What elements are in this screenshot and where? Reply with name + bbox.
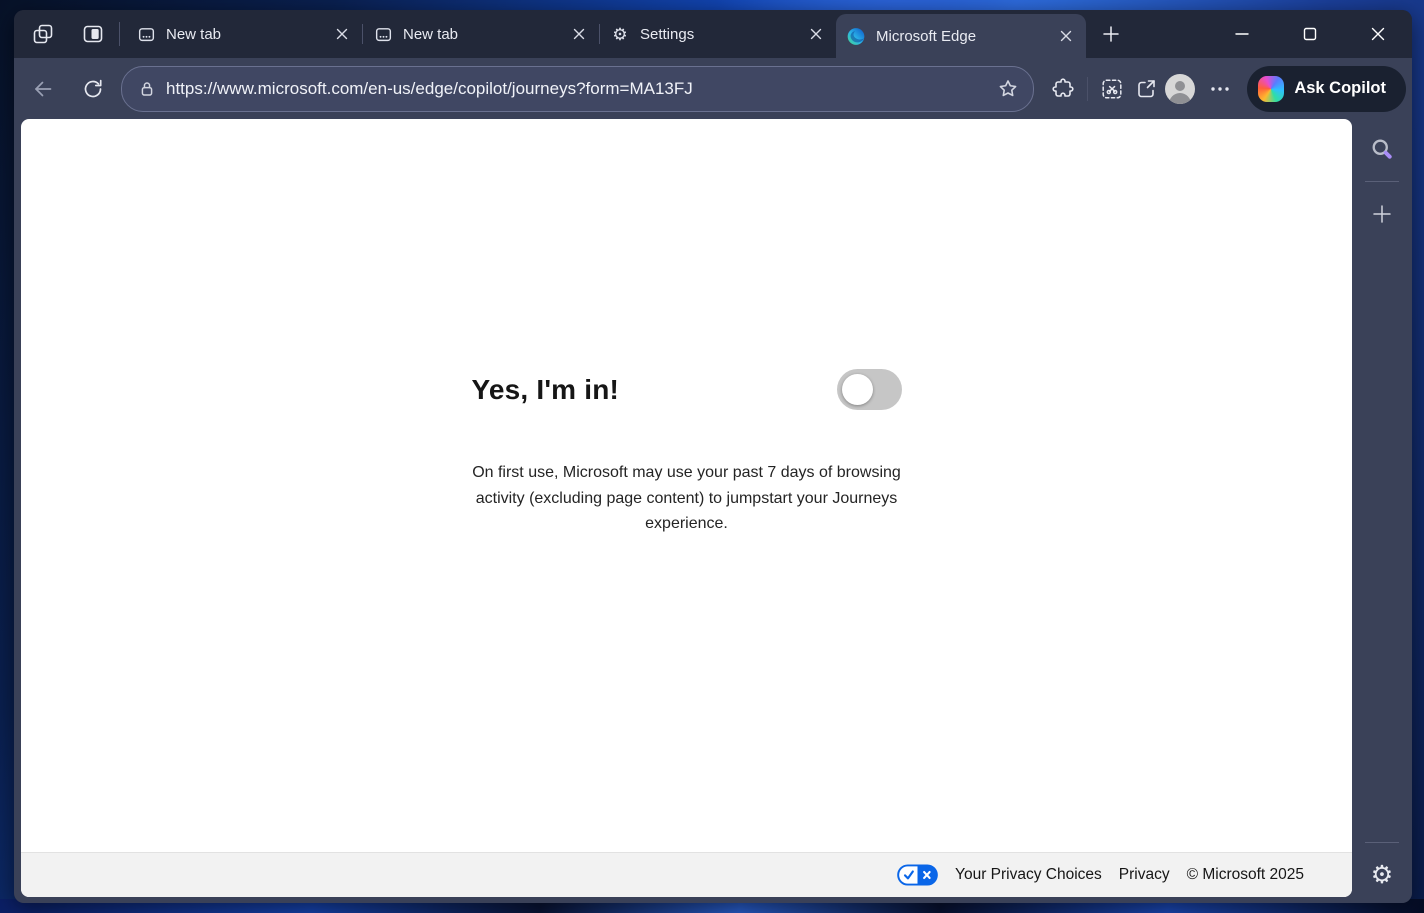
- tab-settings[interactable]: ⚙ Settings: [600, 10, 836, 58]
- sidebar-search-icon[interactable]: [1364, 131, 1400, 167]
- refresh-button[interactable]: [76, 72, 110, 106]
- sidebar-add-icon[interactable]: [1364, 196, 1400, 232]
- opt-in-description: On first use, Microsoft may use your pas…: [472, 464, 901, 532]
- tab-label: New tab: [403, 25, 459, 43]
- browser-toolbar: https://www.microsoft.com/en-us/edge/cop…: [14, 58, 1412, 119]
- screenshot-icon[interactable]: [1095, 72, 1129, 106]
- page-content: Yes, I'm in! On first use, Microsoft may…: [21, 119, 1352, 897]
- sidebar-divider: [1365, 842, 1399, 843]
- profile-avatar[interactable]: [1163, 72, 1197, 106]
- sidebar-divider: [1365, 181, 1399, 182]
- edge-logo-icon: [846, 26, 866, 46]
- tab-label: New tab: [166, 25, 222, 43]
- back-button[interactable]: [26, 72, 60, 106]
- url-text[interactable]: https://www.microsoft.com/en-us/edge/cop…: [166, 79, 993, 99]
- settings-gear-icon: ⚙: [612, 24, 628, 44]
- close-window-button[interactable]: [1356, 16, 1400, 52]
- maximize-button[interactable]: [1288, 16, 1332, 52]
- new-tab-button[interactable]: [1096, 19, 1126, 49]
- tabbar-divider: [119, 22, 120, 46]
- ask-copilot-button[interactable]: Ask Copilot: [1247, 65, 1406, 112]
- lock-icon[interactable]: [136, 78, 158, 100]
- copyright-text: © Microsoft 2025: [1186, 866, 1304, 883]
- journeys-toggle[interactable]: [836, 369, 902, 410]
- copilot-logo-icon: [1258, 75, 1285, 102]
- extensions-icon[interactable]: [1046, 72, 1080, 106]
- sidebar-settings-icon[interactable]: ⚙: [1364, 857, 1400, 893]
- tab-label: Microsoft Edge: [876, 27, 977, 45]
- opt-in-row: Yes, I'm in!: [472, 369, 902, 410]
- copilot-label: Ask Copilot: [1294, 79, 1386, 97]
- tab-close-icon[interactable]: [330, 22, 354, 46]
- split-window-icon[interactable]: [77, 18, 109, 50]
- new-tab-page-icon: [136, 24, 156, 44]
- tab-new-tab-2[interactable]: New tab: [363, 10, 599, 58]
- page-footer: Your Privacy Choices Privacy © Microsoft…: [21, 852, 1352, 897]
- page-title: Yes, I'm in!: [471, 373, 620, 405]
- tab-new-tab-1[interactable]: New tab: [126, 10, 362, 58]
- tab-microsoft-edge-active[interactable]: Microsoft Edge: [836, 14, 1086, 58]
- privacy-choices-link[interactable]: Your Privacy Choices: [955, 866, 1102, 884]
- share-icon[interactable]: [1129, 72, 1163, 106]
- tab-close-icon[interactable]: [804, 22, 828, 46]
- tab-actions-icon[interactable]: [27, 18, 59, 50]
- edge-sidebar: ⚙: [1352, 119, 1412, 897]
- tab-close-icon[interactable]: [1054, 24, 1078, 48]
- favorite-star-icon[interactable]: [993, 74, 1023, 104]
- tab-bar: New tab New tab ⚙ Settings Microsoft Edg…: [14, 10, 1412, 58]
- new-tab-page-icon: [373, 24, 393, 44]
- tab-close-icon[interactable]: [567, 22, 591, 46]
- privacy-choices-icon[interactable]: [897, 864, 938, 886]
- minimize-button[interactable]: [1220, 16, 1264, 52]
- toolbar-divider: [1087, 76, 1089, 101]
- tab-label: Settings: [640, 25, 695, 43]
- privacy-link[interactable]: Privacy: [1119, 866, 1170, 884]
- settings-and-more-icon[interactable]: [1203, 72, 1237, 106]
- browser-window: New tab New tab ⚙ Settings Microsoft Edg…: [14, 10, 1412, 903]
- window-body: Yes, I'm in! On first use, Microsoft may…: [14, 119, 1412, 903]
- toggle-knob: [841, 374, 873, 405]
- address-bar[interactable]: https://www.microsoft.com/en-us/edge/cop…: [121, 65, 1035, 112]
